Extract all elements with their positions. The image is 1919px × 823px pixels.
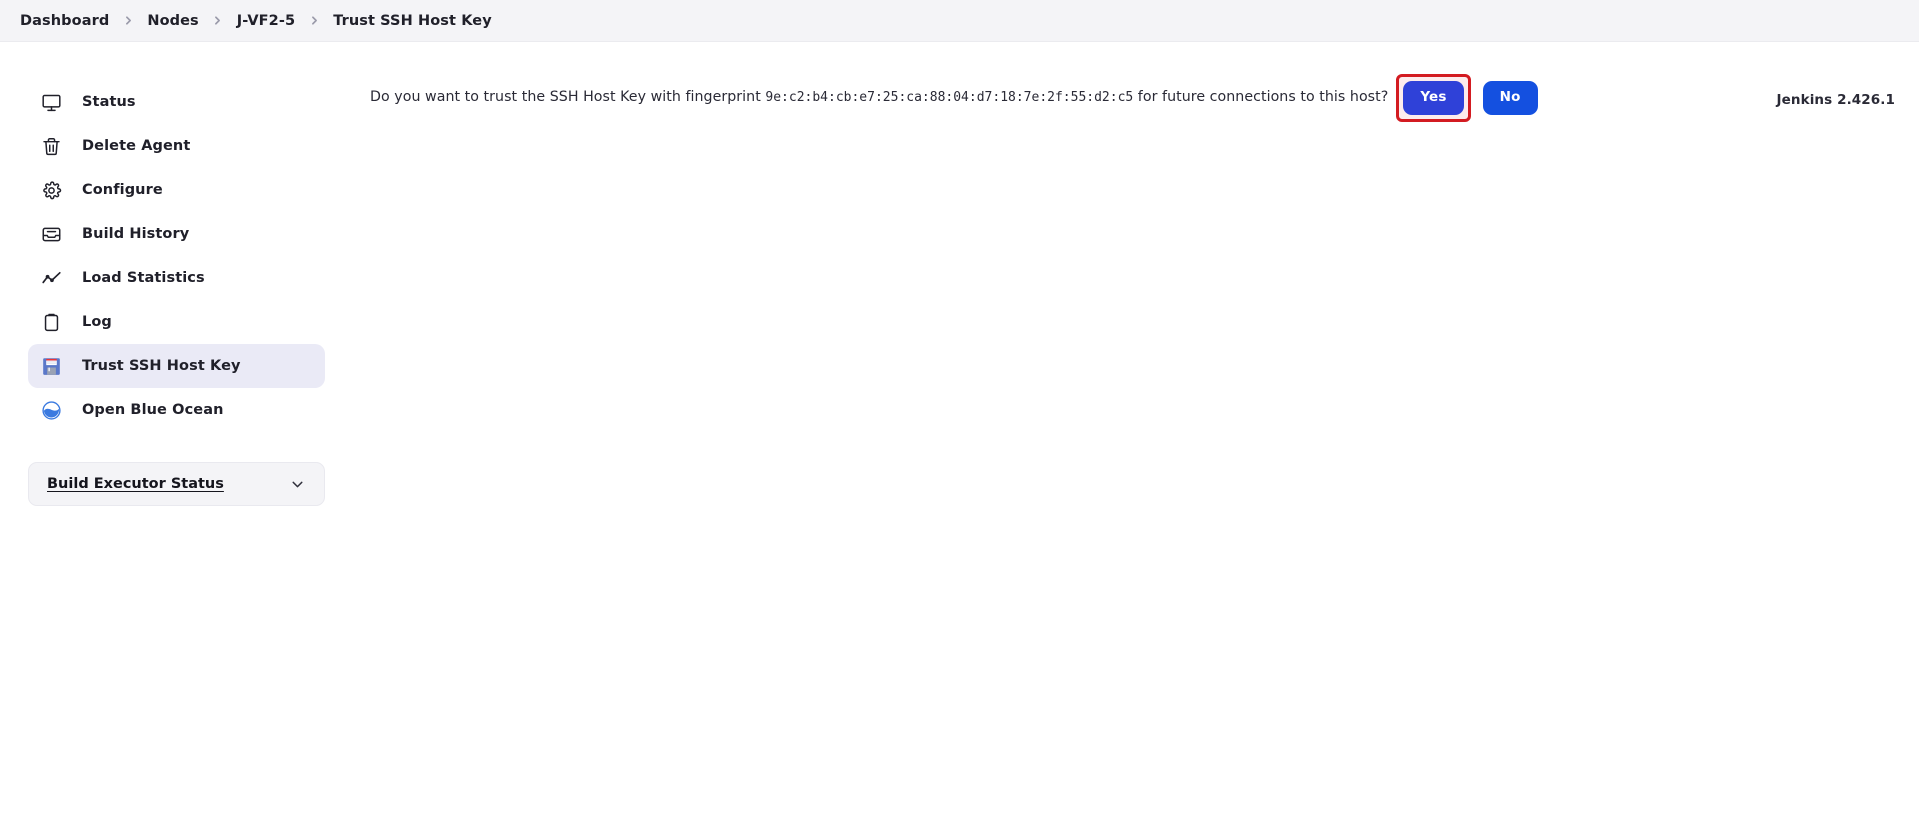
floppy-disk-icon [40, 355, 62, 377]
sidebar-item-label: Trust SSH Host Key [82, 358, 241, 374]
breadcrumb-item-dashboard[interactable]: Dashboard [14, 10, 115, 32]
sidebar-item-label: Build History [82, 226, 190, 242]
sidebar-item-log[interactable]: Log [28, 300, 325, 344]
sidebar-item-build-history[interactable]: Build History [28, 212, 325, 256]
trust-host-key-question: Do you want to trust the SSH Host Key wi… [370, 87, 1388, 108]
yes-button-highlight-ring: Yes [1396, 74, 1471, 122]
build-executor-status-title[interactable]: Build Executor Status [47, 476, 224, 492]
sidebar-item-trust-ssh-host-key-wrapper: Trust SSH Host Key [0, 344, 345, 388]
sidebar-item-log-wrapper: Log [0, 300, 345, 344]
sidebar-item-status[interactable]: Status [28, 80, 325, 124]
gear-icon [40, 179, 62, 201]
ssh-fingerprint-value: 9e:c2:b4:cb:e7:25:ca:88:04:d7:18:7e:2f:5… [765, 90, 1134, 106]
chevron-down-icon[interactable] [289, 476, 306, 493]
monitor-icon [40, 91, 62, 113]
no-button[interactable]: No [1482, 81, 1538, 115]
clipboard-icon [40, 311, 62, 333]
sidebar-item-label: Open Blue Ocean [82, 402, 224, 418]
sidebar: Status Delete Agent Configure Build Hist… [0, 42, 345, 506]
page-body: Status Delete Agent Configure Build Hist… [0, 42, 1919, 823]
sidebar-item-label: Configure [82, 182, 163, 198]
sidebar-item-label: Delete Agent [82, 138, 191, 154]
sidebar-item-label: Log [82, 314, 112, 330]
trash-icon [40, 135, 62, 157]
chevron-right-icon [301, 14, 327, 27]
sidebar-item-open-blue-ocean[interactable]: Open Blue Ocean [28, 388, 325, 432]
sidebar-item-delete-agent-wrapper: Delete Agent [0, 124, 345, 168]
sidebar-item-load-statistics-wrapper: Load Statistics [0, 256, 345, 300]
sidebar-item-load-statistics[interactable]: Load Statistics [28, 256, 325, 300]
breadcrumb-item-current: Trust SSH Host Key [333, 12, 492, 29]
sidebar-item-configure-wrapper: Configure [0, 168, 345, 212]
prompt-prefix-text: Do you want to trust the SSH Host Key wi… [370, 89, 766, 106]
sidebar-item-delete-agent[interactable]: Delete Agent [28, 124, 325, 168]
no-button-wrapper: No [1482, 81, 1538, 115]
sidebar-item-configure[interactable]: Configure [28, 168, 325, 212]
yes-button[interactable]: Yes [1403, 81, 1464, 115]
sidebar-item-open-blue-ocean-wrapper: Open Blue Ocean [0, 388, 345, 432]
line-chart-icon [40, 267, 62, 289]
jenkins-version-footer: Jenkins 2.426.1 [1776, 92, 1895, 108]
breadcrumb-item-node-name[interactable]: J-VF2-5 [231, 10, 301, 32]
main-content: Do you want to trust the SSH Host Key wi… [345, 42, 1919, 122]
breadcrumb-item-nodes[interactable]: Nodes [141, 10, 204, 32]
blue-ocean-icon [40, 399, 62, 421]
sidebar-item-label: Load Statistics [82, 270, 205, 286]
sidebar-item-label: Status [82, 94, 136, 110]
inbox-icon [40, 223, 62, 245]
sidebar-item-build-history-wrapper: Build History [0, 212, 345, 256]
build-executor-status-panel[interactable]: Build Executor Status [28, 462, 325, 506]
sidebar-menu: Status Delete Agent Configure Build Hist… [0, 80, 345, 432]
trust-host-key-prompt-row: Do you want to trust the SSH Host Key wi… [370, 74, 1919, 122]
sidebar-item-trust-ssh-host-key[interactable]: Trust SSH Host Key [28, 344, 325, 388]
sidebar-item-status-wrapper: Status [0, 80, 345, 124]
chevron-right-icon [205, 14, 231, 27]
chevron-right-icon [115, 14, 141, 27]
prompt-suffix-text: for future connections to this host? [1133, 89, 1389, 106]
breadcrumb: Dashboard Nodes J-VF2-5 Trust SSH Host K… [0, 0, 1919, 42]
